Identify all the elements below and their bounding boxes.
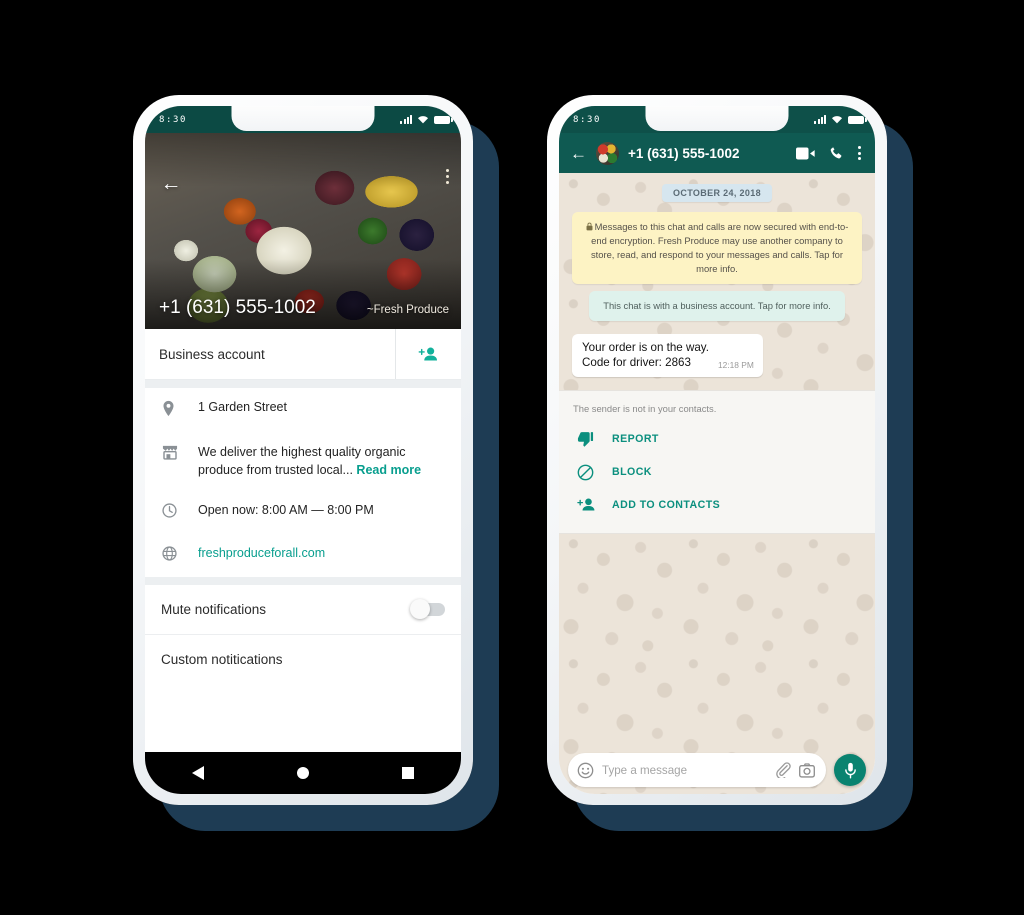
status-bar-left: 8:30 — [145, 106, 461, 133]
notch-left — [231, 106, 375, 131]
page-title: +1 (631) 555-1002 — [159, 297, 316, 318]
paperclip-icon[interactable] — [775, 762, 791, 778]
status-time: 8:30 — [159, 114, 188, 125]
globe-icon — [162, 545, 181, 566]
chat-header: ← +1 (631) 555-1002 — [559, 133, 875, 173]
phone-right-chat: 8:30 ← +1 (631) 555-1002 OCTOBER 24, 201… — [547, 95, 887, 805]
message-text: Your order is on the way. Code for drive… — [582, 340, 709, 371]
block-label: BLOCK — [612, 466, 652, 479]
message-input[interactable]: Type a message — [602, 764, 767, 777]
battery-icon — [434, 115, 453, 124]
message-timestamp: 12:18 PM — [717, 359, 754, 370]
custom-notifications-label: Custom notitications — [161, 652, 283, 667]
microphone-button[interactable] — [834, 754, 866, 786]
location-pin-icon — [162, 399, 181, 422]
date-divider: OCTOBER 24, 2018 — [662, 184, 772, 202]
notification-settings-card: Mute notifications Custom notitications — [145, 584, 461, 685]
signal-bars-icon — [814, 115, 826, 124]
encryption-notice-text: Messages to this chat and calls are now … — [590, 221, 849, 274]
message-composer: Type a message — [559, 746, 875, 794]
add-contact-icon — [418, 347, 437, 360]
read-more-link[interactable]: Read more — [356, 463, 421, 477]
wifi-icon — [418, 116, 428, 124]
avatar[interactable] — [596, 141, 619, 165]
block-icon — [577, 464, 596, 481]
wifi-icon — [832, 116, 842, 124]
profile-cover-photo[interactable]: ← +1 (631) 555-1002 ~Fresh Produce — [145, 133, 461, 329]
mute-notifications-row[interactable]: Mute notifications — [145, 585, 461, 635]
video-camera-icon[interactable] — [796, 147, 815, 160]
message-row-incoming: Your order is on the way. Code for drive… — [572, 333, 875, 377]
nav-home-circle-icon[interactable] — [296, 767, 309, 779]
mute-notifications-label: Mute notifications — [161, 601, 267, 617]
unknown-sender-note: The sender is not in your contacts. — [573, 402, 717, 414]
info-row-description[interactable]: We deliver the highest quality organic p… — [145, 433, 461, 491]
battery-icon — [848, 115, 867, 124]
chat-header-actions — [796, 146, 864, 161]
signal-bars-icon — [400, 115, 412, 124]
report-button[interactable]: REPORT — [559, 423, 875, 456]
phone-left-contact-info: 8:30 ← +1 (631) 555-1002 ~Fresh Produce — [133, 95, 473, 805]
message-input-pill[interactable]: Type a message — [568, 753, 826, 787]
hours-text: Open now: 8:00 AM — 8:00 PM — [198, 502, 374, 517]
business-info-card: 1 Garden Street We deliver the highest q… — [145, 388, 461, 577]
more-vertical-icon[interactable] — [858, 146, 861, 160]
nav-recents-square-icon[interactable] — [402, 767, 415, 779]
add-contact-button[interactable] — [395, 329, 461, 379]
business-account-card: Business account — [145, 329, 461, 380]
back-arrow-icon[interactable]: ← — [570, 145, 587, 162]
message-line-2: Code for driver: 2863 — [582, 356, 691, 370]
status-bar-right: 8:30 — [559, 106, 875, 133]
encryption-notice[interactable]: Messages to this chat and calls are now … — [572, 212, 862, 284]
business-account-row[interactable]: Business account — [145, 329, 461, 380]
add-to-contacts-button[interactable]: ADD TO CONTACTS — [559, 489, 875, 521]
add-to-contacts-label: ADD TO CONTACTS — [612, 498, 721, 511]
address-text: 1 Garden Street — [198, 400, 287, 414]
clock-icon — [162, 502, 181, 523]
chat-title[interactable]: +1 (631) 555-1002 — [628, 146, 787, 161]
section-divider-1 — [145, 380, 461, 388]
cover-top-gradient — [145, 133, 461, 187]
block-button[interactable]: BLOCK — [559, 456, 875, 489]
message-line-1: Your order is on the way. — [582, 340, 709, 354]
chat-message-list[interactable]: OCTOBER 24, 2018 Messages to this chat a… — [559, 173, 875, 794]
status-time: 8:30 — [573, 114, 602, 125]
add-contact-icon — [577, 497, 596, 513]
section-divider-2 — [145, 576, 461, 585]
info-row-hours[interactable]: Open now: 8:00 AM — 8:00 PM — [145, 491, 461, 534]
android-nav-bar — [145, 752, 461, 794]
more-vertical-icon[interactable] — [446, 169, 449, 184]
custom-notifications-row[interactable]: Custom notitications — [145, 635, 461, 685]
business-account-notice[interactable]: This chat is with a business account. Ta… — [589, 290, 845, 321]
report-label: REPORT — [612, 433, 659, 446]
mute-notifications-toggle[interactable] — [410, 598, 445, 619]
info-row-website[interactable]: freshproduceforall.com — [145, 534, 461, 577]
website-link[interactable]: freshproduceforall.com — [198, 545, 325, 563]
unknown-sender-action-panel: The sender is not in your contacts. REPO… — [559, 389, 875, 534]
status-icons — [814, 115, 867, 124]
microphone-icon — [844, 762, 856, 778]
message-bubble[interactable]: Your order is on the way. Code for drive… — [572, 333, 763, 377]
storefront-icon — [162, 444, 181, 465]
screen-right: 8:30 ← +1 (631) 555-1002 OCTOBER 24, 201… — [559, 106, 875, 794]
status-icons — [400, 115, 453, 124]
business-account-label: Business account — [159, 346, 265, 362]
thumbs-down-icon — [577, 431, 596, 448]
notch-right — [645, 106, 789, 131]
info-row-address[interactable]: 1 Garden Street — [145, 388, 461, 433]
lock-icon — [586, 222, 593, 231]
profile-push-name: ~Fresh Produce — [366, 304, 449, 316]
phone-icon[interactable] — [829, 146, 844, 161]
nav-back-triangle-icon[interactable] — [191, 766, 204, 780]
canvas: 8:30 ← +1 (631) 555-1002 ~Fresh Produce — [0, 0, 1024, 915]
emoji-smiley-icon[interactable] — [577, 762, 594, 779]
screen-left: 8:30 ← +1 (631) 555-1002 ~Fresh Produce — [145, 106, 461, 794]
camera-icon[interactable] — [799, 762, 815, 778]
back-arrow-icon[interactable]: ← — [159, 171, 183, 195]
description-text: We deliver the highest quality organic p… — [198, 444, 445, 480]
